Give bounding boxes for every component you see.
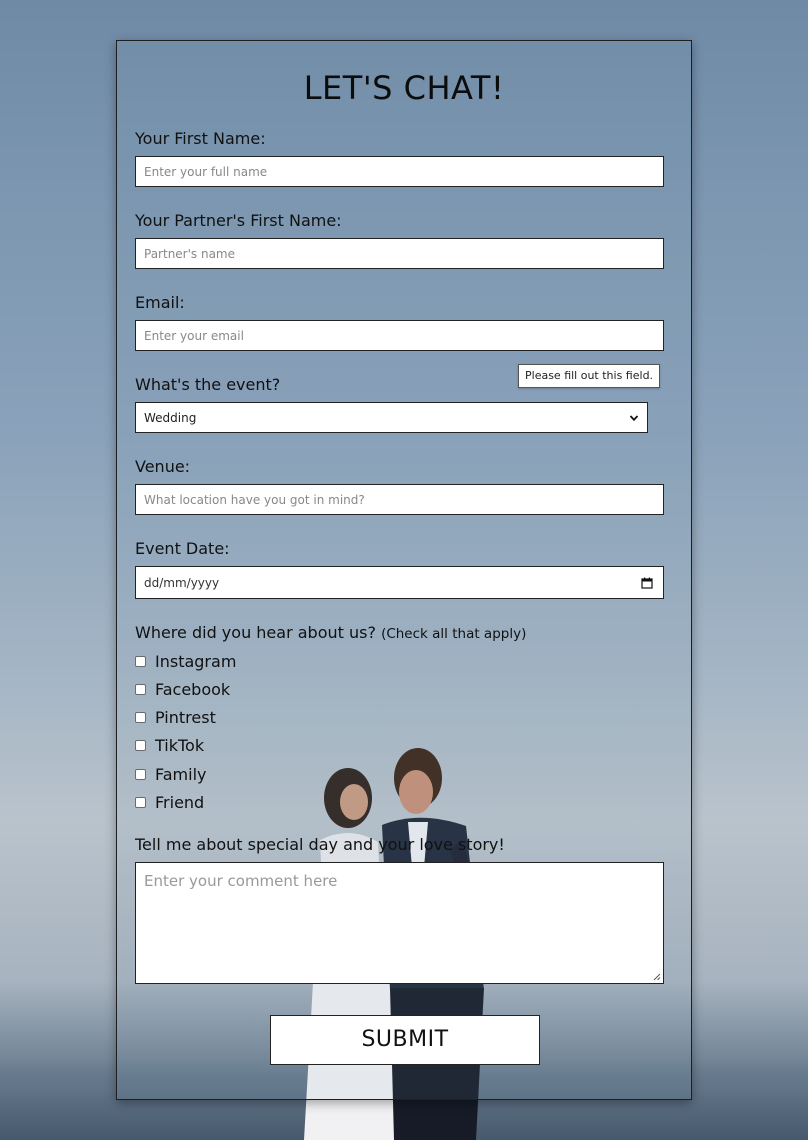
validation-tooltip: Please fill out this field. [518,364,661,388]
story-textarea[interactable]: Enter your comment here [135,862,664,984]
checkbox-label-tiktok: TikTok [155,735,205,755]
heard-about-question: Where did you hear about us? [135,623,376,642]
checkbox-row-pintrest[interactable]: Pintrest [135,706,216,728]
checkbox-friend[interactable] [135,796,146,808]
venue-input[interactable] [135,484,664,515]
checkbox-label-instagram: Instagram [155,651,237,671]
partner-name-label: Your Partner's First Name: [135,211,342,230]
resize-grip-icon[interactable] [653,973,661,981]
event-date-placeholder: dd/mm/yyyy [144,575,220,590]
checkbox-tiktok[interactable] [135,739,146,751]
checkbox-family[interactable] [135,768,146,780]
checkbox-row-tiktok[interactable]: TikTok [135,734,204,756]
checkbox-row-instagram[interactable]: Instagram [135,650,236,672]
email-input[interactable] [135,320,664,351]
first-name-input[interactable] [135,156,664,187]
email-label: Email: [135,293,185,312]
checkbox-row-friend[interactable]: Friend [135,791,204,813]
event-label: What's the event? [135,375,281,394]
heard-about-hint: (Check all that apply) [381,626,527,642]
heard-about-label: Where did you hear about us? (Check all … [135,623,526,642]
contact-form: LET'S CHAT! Your First Name: Your Partne… [116,40,692,1100]
event-date-input[interactable]: dd/mm/yyyy [135,566,664,599]
submit-button[interactable]: SUBMIT [270,1015,540,1065]
checkbox-label-facebook: Facebook [155,679,231,699]
checkbox-pintrest[interactable] [135,711,146,723]
checkbox-row-family[interactable]: Family [135,763,206,785]
venue-label: Venue: [135,457,191,476]
event-date-label: Event Date: [135,539,230,558]
checkbox-facebook[interactable] [135,683,146,695]
checkbox-label-friend: Friend [155,792,205,812]
checkbox-row-facebook[interactable]: Facebook [135,678,230,700]
event-select[interactable]: Wedding [135,402,648,433]
checkbox-instagram[interactable] [135,655,146,667]
chevron-down-icon [629,414,639,421]
checkbox-label-pintrest: Pintrest [155,707,216,727]
story-placeholder: Enter your comment here [144,872,338,890]
event-select-value: Wedding [144,410,197,425]
story-label: Tell me about special day and your love … [135,835,505,854]
checkbox-label-family: Family [155,764,207,784]
partner-name-input[interactable] [135,238,664,269]
form-title: LET'S CHAT! [303,69,505,107]
calendar-icon[interactable] [641,577,653,589]
first-name-label: Your First Name: [135,129,266,148]
